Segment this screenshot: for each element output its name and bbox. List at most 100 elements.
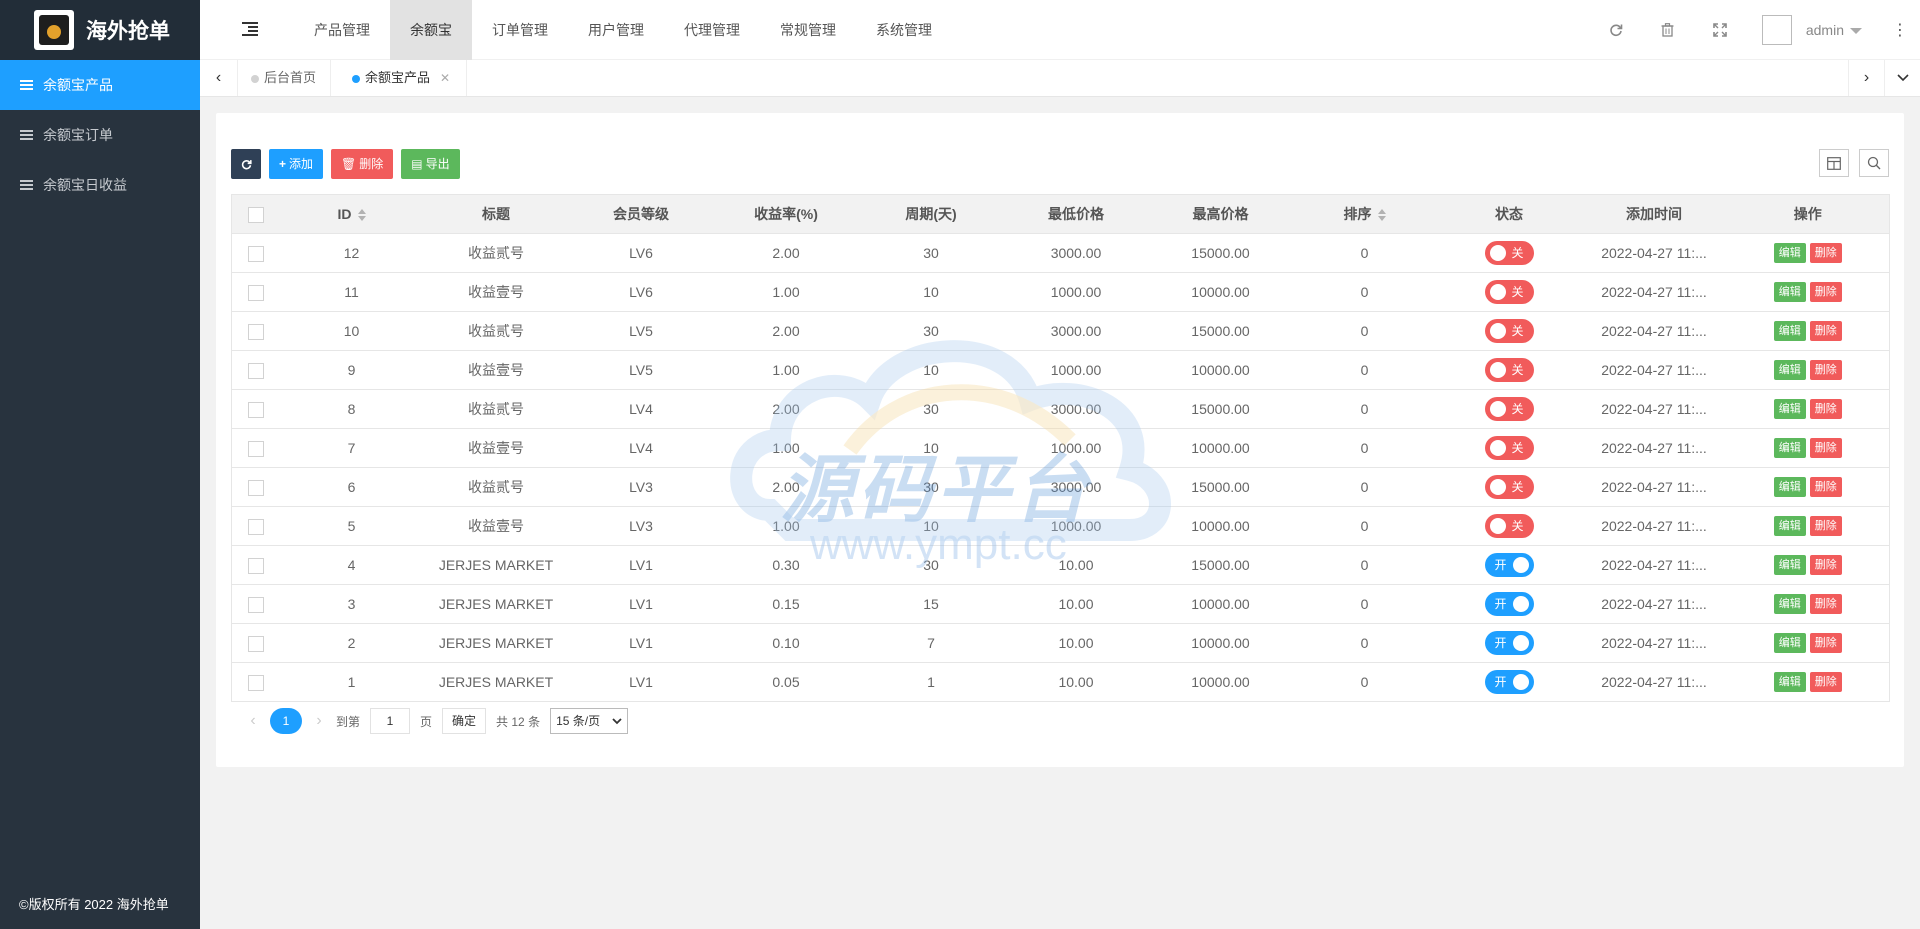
nav-system[interactable]: 系统管理 <box>856 0 952 60</box>
delete-row-button[interactable]: 删除 <box>1809 282 1842 302</box>
nav-general[interactable]: 常规管理 <box>760 0 856 60</box>
sidebar-item-yuebao-orders[interactable]: 余额宝订单 <box>0 110 200 160</box>
next-page-icon[interactable]: › <box>302 712 336 730</box>
refresh-icon[interactable] <box>1590 0 1642 60</box>
sidebar-item-yuebao-products[interactable]: 余额宝产品 <box>0 60 200 110</box>
status-toggle[interactable]: 关 <box>1484 319 1534 343</box>
delete-button[interactable]: 🗑 删除 <box>331 149 394 179</box>
nav-products[interactable]: 产品管理 <box>294 0 390 60</box>
status-toggle[interactable]: 关 <box>1484 436 1534 460</box>
col-rate: 收益率(%) <box>713 194 859 234</box>
more-vertical-icon[interactable]: ⋮ <box>1880 20 1920 40</box>
nav-yuebao[interactable]: 余额宝 <box>390 0 472 60</box>
nav-orders[interactable]: 订单管理 <box>472 0 568 60</box>
add-button[interactable]: + 添加 <box>269 149 324 179</box>
select-all-checkbox[interactable] <box>247 206 264 223</box>
page-size-select[interactable]: 15 条/页 <box>550 708 629 734</box>
cell-max-price: 15000.00 <box>1148 545 1293 585</box>
status-toggle[interactable]: 开 <box>1484 553 1534 577</box>
cell-min-price: 1000.00 <box>1003 272 1149 312</box>
delete-row-button[interactable]: 删除 <box>1809 399 1842 419</box>
status-toggle[interactable]: 关 <box>1484 475 1534 499</box>
nav-users[interactable]: 用户管理 <box>568 0 664 60</box>
cell-level: LV6 <box>568 272 714 312</box>
status-toggle[interactable]: 开 <box>1484 670 1534 694</box>
tab-home[interactable]: 后台首页 <box>239 60 332 96</box>
edit-button[interactable]: 编辑 <box>1773 477 1806 497</box>
refresh-button[interactable] <box>231 149 261 179</box>
fullscreen-icon[interactable] <box>1694 0 1746 60</box>
tabs-scroll-left-icon[interactable]: ‹ <box>200 60 238 96</box>
edit-button[interactable]: 编辑 <box>1773 516 1806 536</box>
goto-confirm-button[interactable]: 确定 <box>442 708 487 734</box>
col-id[interactable]: ID <box>279 194 424 234</box>
edit-button[interactable]: 编辑 <box>1773 243 1806 263</box>
export-button[interactable]: ▤ 导出 <box>401 149 460 179</box>
edit-button[interactable]: 编辑 <box>1773 360 1806 380</box>
row-checkbox[interactable] <box>247 518 264 535</box>
row-checkbox[interactable] <box>247 362 264 379</box>
sidebar-toggle-icon[interactable] <box>242 22 258 36</box>
edit-button[interactable]: 编辑 <box>1773 399 1806 419</box>
row-checkbox[interactable] <box>247 440 264 457</box>
tab-yuebao-products[interactable]: 余额宝产品 ✕ <box>336 60 468 96</box>
delete-row-button[interactable]: 删除 <box>1809 555 1842 575</box>
prev-page-icon[interactable]: ‹ <box>236 712 270 730</box>
row-checkbox[interactable] <box>247 323 264 340</box>
status-toggle[interactable]: 关 <box>1484 358 1534 382</box>
edit-button[interactable]: 编辑 <box>1773 321 1806 341</box>
row-checkbox[interactable] <box>247 674 264 691</box>
delete-row-button[interactable]: 删除 <box>1809 477 1842 497</box>
delete-row-button[interactable]: 删除 <box>1809 594 1842 614</box>
tabs-scroll-right-icon[interactable]: › <box>1848 60 1884 96</box>
trash-icon[interactable] <box>1642 0 1694 60</box>
user-menu[interactable]: admin <box>1806 22 1862 38</box>
nav-agents[interactable]: 代理管理 <box>664 0 760 60</box>
cell-status: 关 <box>1436 428 1582 468</box>
row-checkbox[interactable] <box>247 479 264 496</box>
tabs-dropdown-icon[interactable] <box>1884 60 1920 96</box>
status-toggle[interactable]: 关 <box>1484 514 1534 538</box>
edit-button[interactable]: 编辑 <box>1773 633 1806 653</box>
status-toggle[interactable]: 开 <box>1484 631 1534 655</box>
row-checkbox[interactable] <box>247 557 264 574</box>
current-page[interactable]: 1 <box>270 708 302 734</box>
edit-button[interactable]: 编辑 <box>1773 438 1806 458</box>
edit-button[interactable]: 编辑 <box>1773 672 1806 692</box>
row-checkbox[interactable] <box>247 245 264 262</box>
close-icon[interactable]: ✕ <box>440 71 450 85</box>
cell-created: 2022-04-27 11:... <box>1581 311 1727 351</box>
columns-icon[interactable] <box>1819 149 1849 177</box>
row-checkbox[interactable] <box>247 635 264 652</box>
status-toggle[interactable]: 关 <box>1484 397 1534 421</box>
delete-row-button[interactable]: 删除 <box>1809 360 1842 380</box>
delete-row-button[interactable]: 删除 <box>1809 321 1842 341</box>
toggle-knob <box>1489 401 1506 417</box>
row-checkbox[interactable] <box>247 401 264 418</box>
sort-icon[interactable] <box>357 209 366 222</box>
status-toggle[interactable]: 关 <box>1484 241 1534 265</box>
col-sort[interactable]: 排序 <box>1292 194 1437 234</box>
toggle-label: 关 <box>1511 519 1524 533</box>
delete-row-button[interactable]: 删除 <box>1809 672 1842 692</box>
goto-page-input[interactable]: 1 <box>370 708 411 734</box>
edit-button[interactable]: 编辑 <box>1773 282 1806 302</box>
delete-row-button[interactable]: 删除 <box>1809 438 1842 458</box>
search-icon[interactable] <box>1859 149 1889 177</box>
row-checkbox[interactable] <box>247 596 264 613</box>
edit-button[interactable]: 编辑 <box>1773 555 1806 575</box>
cell-days: 10 <box>858 506 1004 546</box>
cell-created: 2022-04-27 11:... <box>1581 584 1727 624</box>
delete-row-button[interactable]: 删除 <box>1809 516 1842 536</box>
edit-button[interactable]: 编辑 <box>1773 594 1806 614</box>
status-toggle[interactable]: 关 <box>1484 280 1534 304</box>
status-toggle[interactable]: 开 <box>1484 592 1534 616</box>
sidebar-item-yuebao-daily-income[interactable]: 余额宝日收益 <box>0 160 200 210</box>
sort-icon[interactable] <box>1377 209 1386 222</box>
delete-row-button[interactable]: 删除 <box>1809 633 1842 653</box>
avatar[interactable] <box>1761 15 1792 45</box>
cell-max-price: 15000.00 <box>1148 233 1293 273</box>
delete-row-button[interactable]: 删除 <box>1809 243 1842 263</box>
logo-area[interactable]: 海外抢单 <box>0 0 200 60</box>
row-checkbox[interactable] <box>247 284 264 301</box>
